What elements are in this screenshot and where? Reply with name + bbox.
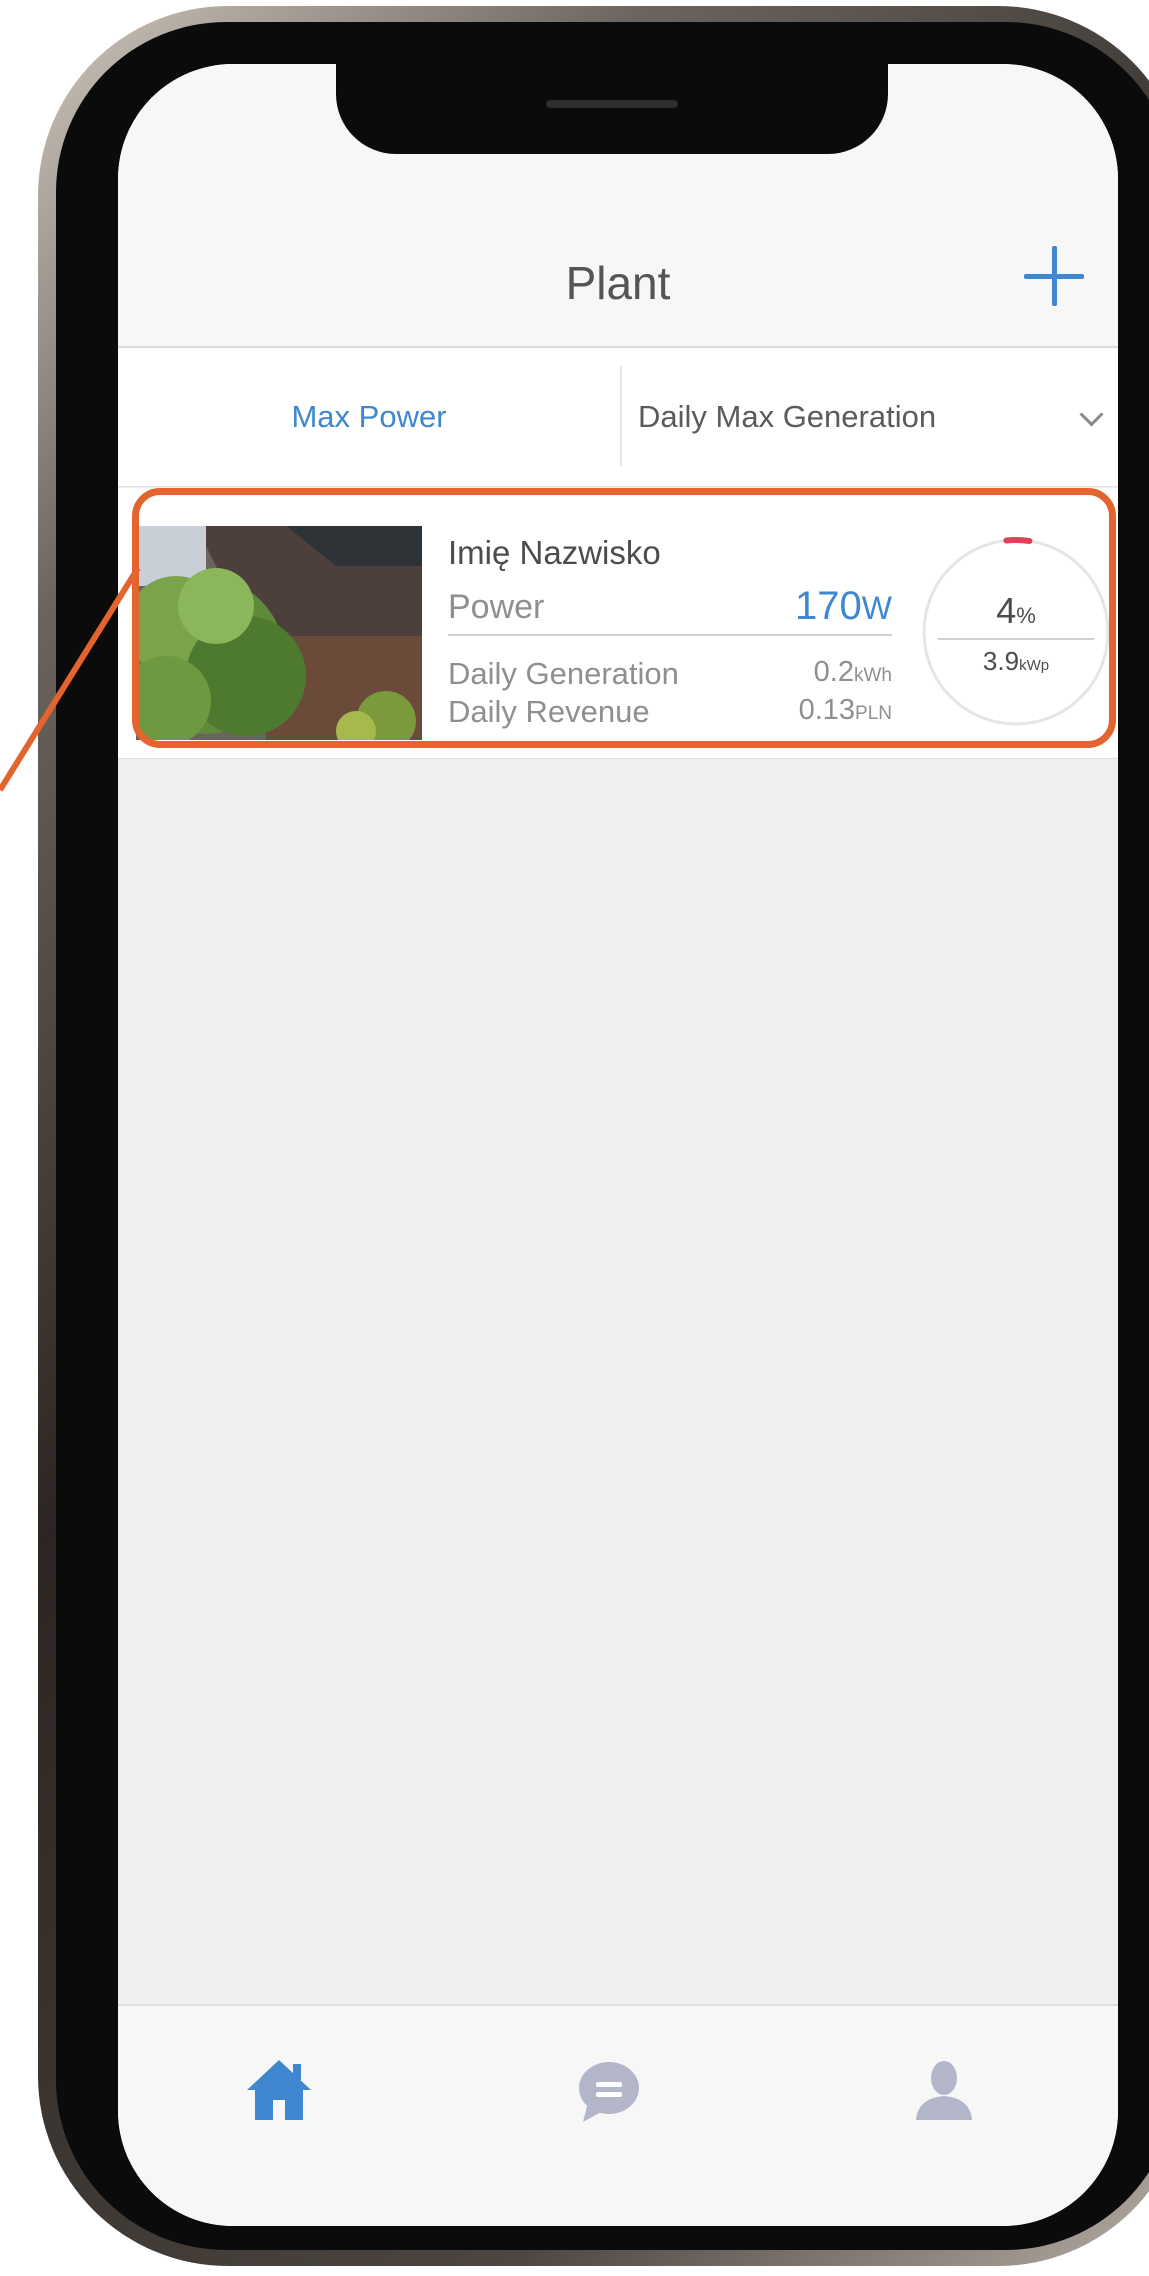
gauge-progress-arc [921, 537, 1111, 727]
sort-daily-max-generation-tab[interactable]: Daily Max Generation [638, 348, 936, 486]
profile-tab[interactable] [908, 2054, 980, 2126]
gauge-percent: 4% [996, 590, 1036, 631]
gauge-divider [938, 638, 1094, 640]
power-label: Power [448, 588, 545, 626]
app-screen: Plant Max Power Daily Max Generation Imi… [118, 64, 1118, 2226]
phone-notch [336, 64, 888, 154]
page-title: Plant [565, 257, 671, 309]
daily-generation-row: Daily Generation 0.2kWh [448, 656, 892, 691]
speaker-grille [546, 100, 678, 108]
plant-name: Imię Nazwisko [448, 534, 661, 571]
add-plant-button[interactable] [1024, 246, 1084, 306]
gauge-track [922, 538, 1110, 726]
plant-list-item[interactable]: Imię Nazwisko Power 170W Daily Generatio… [118, 488, 1118, 759]
profile-icon [916, 2061, 972, 2120]
daily-generation-value: 0.2kWh [813, 656, 892, 688]
messages-tab[interactable] [573, 2054, 645, 2126]
gauge-capacity: 3.9kWp [982, 646, 1050, 676]
power-value: 170W [795, 584, 892, 628]
daily-revenue-value: 0.13PLN [798, 694, 892, 726]
sort-max-power-tab[interactable]: Max Power [118, 348, 620, 486]
power-row: Power 170W [448, 584, 892, 636]
sort-divider [620, 366, 622, 466]
home-icon [247, 2060, 311, 2120]
message-icon [579, 2062, 639, 2122]
plant-photo [136, 526, 422, 740]
power-ratio-gauge: 4% 3.9kWp [918, 534, 1114, 730]
daily-revenue-label: Daily Revenue [448, 694, 650, 729]
chevron-down-icon[interactable] [1079, 402, 1104, 427]
tab-bar [118, 2004, 1118, 2226]
daily-revenue-row: Daily Revenue 0.13PLN [448, 694, 892, 729]
sort-bar: Max Power Daily Max Generation [118, 348, 1118, 487]
home-tab[interactable] [243, 2054, 315, 2126]
daily-generation-label: Daily Generation [448, 656, 679, 691]
